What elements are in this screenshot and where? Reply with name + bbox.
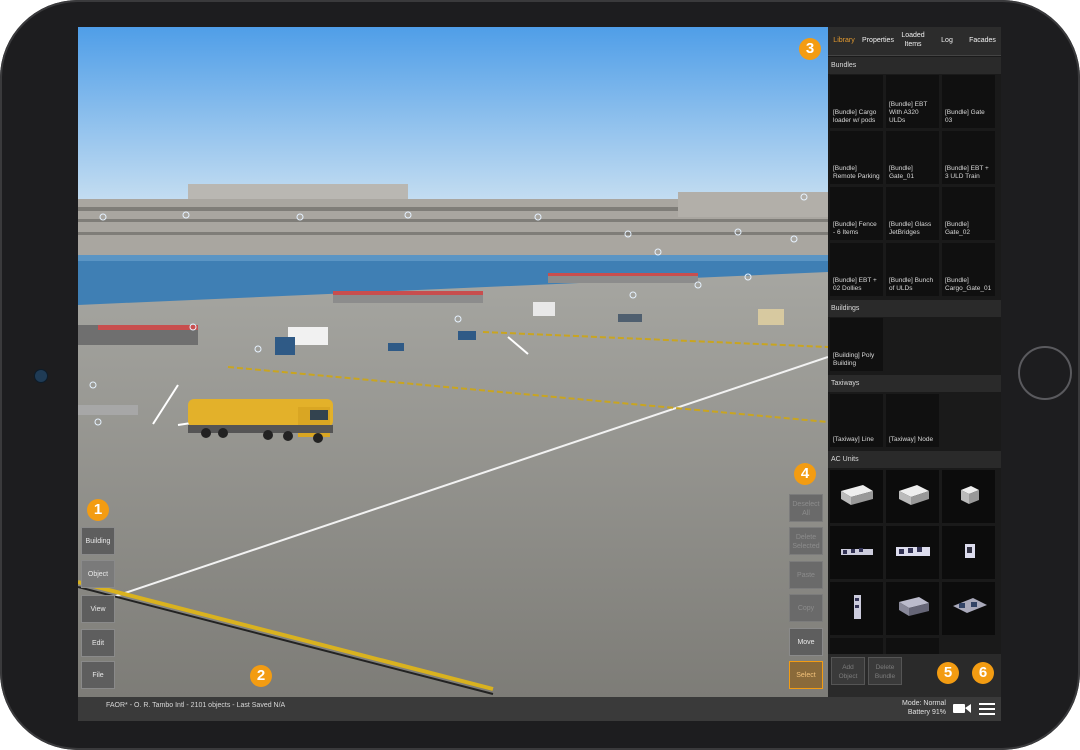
library-panel: Library Properties Loaded Items Log Faca…	[799, 27, 1001, 697]
bundle-tile[interactable]: [Bundle] Cargo loader w/ pods	[830, 75, 883, 128]
copy-button[interactable]: Copy	[789, 594, 823, 622]
tab-loaded-items[interactable]: Loaded Items	[896, 27, 930, 55]
video-camera-icon[interactable]	[953, 701, 971, 715]
callout-badge-1: 1	[87, 499, 109, 521]
ac-unit-tile-partial	[886, 638, 939, 654]
ac-unit-icon[interactable]	[886, 582, 939, 635]
callout-badge-2: 2	[250, 665, 272, 687]
device-bezel: 1 Building Object View Edit File 4 Desel…	[0, 0, 1080, 750]
section-bundles: Bundles	[828, 57, 1001, 74]
front-camera	[34, 369, 48, 383]
ac-unit-icon[interactable]	[830, 582, 883, 635]
airport-scene	[78, 27, 828, 697]
deselect-all-button[interactable]: Deselect All	[789, 494, 823, 522]
status-info: FAOR* - O. R. Tambo Intl - 2101 objects …	[106, 702, 286, 709]
tab-library[interactable]: Library	[828, 27, 860, 55]
section-buildings: Buildings	[828, 300, 1001, 317]
ac-unit-icon[interactable]	[830, 526, 883, 579]
building-tile[interactable]: [Building] Poly Building	[830, 318, 883, 371]
taxiway-tile[interactable]: [Taxiway] Node	[886, 394, 939, 447]
status-bar: FAOR* - O. R. Tambo Intl - 2101 objects …	[78, 697, 1001, 721]
ac-unit-tile-partial	[830, 638, 883, 654]
tab-facades[interactable]: Facades	[964, 27, 1001, 55]
bundle-tile[interactable]: [Bundle] EBT + 02 Dollies	[830, 243, 883, 296]
section-taxiways: Taxiways	[828, 375, 1001, 392]
select-button[interactable]: Select	[789, 661, 823, 689]
move-button[interactable]: Move	[789, 628, 823, 656]
bundle-tile[interactable]: [Bundle] Glass JetBridges	[886, 187, 939, 240]
panel-tabs: Library Properties Loaded Items Log Faca…	[828, 27, 1001, 56]
tab-properties[interactable]: Properties	[860, 27, 896, 55]
callout-badge-6: 6	[972, 662, 994, 684]
callout-badge-4: 4	[794, 463, 816, 485]
mode-label: Mode: Normal	[902, 700, 946, 707]
view-button[interactable]: View	[81, 595, 115, 623]
delete-selected-button[interactable]: Delete Selected	[789, 527, 823, 555]
bundle-tile[interactable]: [Bundle] Remote Parking	[830, 131, 883, 184]
battery-label: Battery 91%	[907, 709, 946, 716]
home-button[interactable]	[1018, 346, 1072, 400]
bundle-tile[interactable]: [Bundle] Gate 03	[942, 75, 995, 128]
app-screen: 1 Building Object View Edit File 4 Desel…	[78, 27, 1001, 721]
callout-badge-3: 3	[799, 38, 821, 60]
section-ac-units: AC Units	[828, 451, 1001, 468]
ac-unit-icon[interactable]	[942, 526, 995, 579]
delete-bundle-button[interactable]: Delete Bundle	[868, 657, 902, 685]
bundle-tile[interactable]: [Bundle] EBT + 3 ULD Train	[942, 131, 995, 184]
add-object-button[interactable]: Add Object	[831, 657, 865, 685]
ac-unit-icon[interactable]	[942, 582, 995, 635]
scene-viewport[interactable]	[78, 27, 828, 697]
edit-button[interactable]: Edit	[81, 629, 115, 657]
bundle-tile[interactable]: [Bundle] Gate_02	[942, 187, 995, 240]
bundle-tile[interactable]: [Bundle] Fence - 6 Items	[830, 187, 883, 240]
bundle-tile[interactable]: [Bundle] Cargo_Gate_01	[942, 243, 995, 296]
paste-button[interactable]: Paste	[789, 561, 823, 589]
taxiway-tile[interactable]: [Taxiway] Line	[830, 394, 883, 447]
ac-unit-icon[interactable]	[830, 470, 883, 523]
tab-log[interactable]: Log	[930, 27, 964, 55]
ac-unit-icon[interactable]	[886, 470, 939, 523]
building-button[interactable]: Building	[81, 527, 115, 555]
callout-badge-5: 5	[937, 662, 959, 684]
bundle-tile[interactable]: [Bundle] Bunch of ULDs	[886, 243, 939, 296]
file-button[interactable]: File	[81, 661, 115, 689]
ac-unit-icon[interactable]	[886, 526, 939, 579]
ac-unit-icon[interactable]	[942, 470, 995, 523]
hamburger-menu-icon[interactable]	[979, 701, 995, 715]
mode-readout: Mode: Normal Battery 91%	[902, 699, 946, 717]
bundle-tile[interactable]: [Bundle] EBT With A320 ULDs	[886, 75, 939, 128]
panel-bottom-bar: Add Object Delete Bundle 5 6	[828, 654, 1001, 697]
object-button[interactable]: Object	[81, 560, 115, 588]
bundle-tile[interactable]: [Bundle] Gate_01	[886, 131, 939, 184]
